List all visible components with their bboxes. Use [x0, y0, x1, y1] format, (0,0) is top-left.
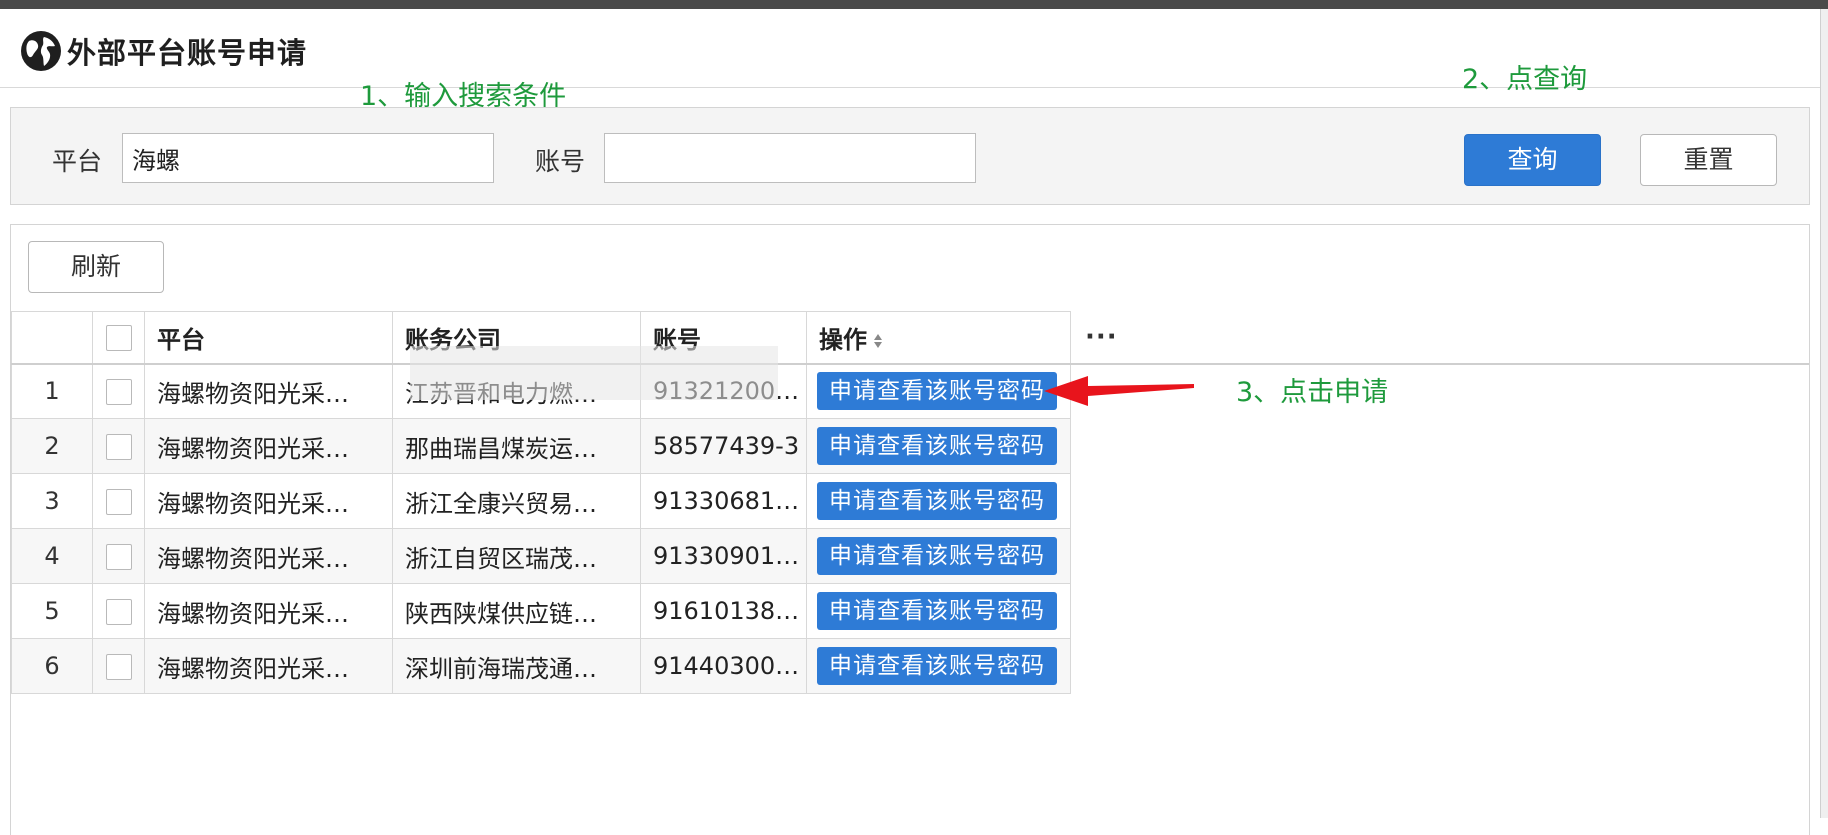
- cell-action: 申请查看该账号密码: [806, 638, 1071, 694]
- cell-company: 浙江全康兴贸易…: [392, 473, 641, 529]
- table-header-row: 平台 账务公司 账号 操作 ···: [11, 311, 1809, 365]
- row-select-cell[interactable]: [92, 528, 145, 584]
- row-select-cell[interactable]: [92, 418, 145, 474]
- globe-icon: [21, 31, 61, 71]
- row-index: 4: [11, 528, 93, 584]
- row-filler: [1070, 473, 1809, 529]
- sort-icon[interactable]: [873, 332, 883, 350]
- window-scrollbar[interactable]: [1820, 9, 1828, 818]
- apply-view-password-button[interactable]: 申请查看该账号密码: [817, 427, 1057, 465]
- row-filler: [1070, 528, 1809, 584]
- annotation-step2: 2、点查询: [1462, 64, 1588, 95]
- cell-action: 申请查看该账号密码: [806, 583, 1071, 639]
- row-filler: [1070, 418, 1809, 474]
- page-title: 外部平台账号申请: [67, 36, 308, 70]
- reset-button[interactable]: 重置: [1640, 134, 1777, 186]
- cell-company: 深圳前海瑞茂通…: [392, 638, 641, 694]
- row-checkbox[interactable]: [105, 544, 132, 570]
- account-label: 账号: [535, 147, 586, 176]
- annotation-step3: 3、点击申请: [1236, 377, 1389, 408]
- window-top-bar: [0, 0, 1828, 9]
- row-checkbox[interactable]: [105, 379, 132, 406]
- select-all-checkbox[interactable]: [105, 325, 132, 352]
- platform-label: 平台: [52, 147, 103, 176]
- cell-action: 申请查看该账号密码: [806, 528, 1071, 584]
- row-index: 3: [11, 473, 93, 529]
- cell-company: 陕西陕煤供应链…: [392, 583, 641, 639]
- table-row[interactable]: 5 海螺物资阳光采… 陕西陕煤供应链… 91610138… 申请查看该账号密码: [11, 583, 1809, 639]
- row-checkbox[interactable]: [105, 654, 132, 680]
- cell-account: 91330901…: [640, 528, 807, 584]
- row-select-cell[interactable]: [92, 363, 145, 419]
- cell-platform: 海螺物资阳光采…: [144, 473, 393, 529]
- row-select-cell[interactable]: [92, 638, 145, 694]
- table-row[interactable]: 1海螺物资阳光采…江苏晋和电力燃…91321200…申请查看该账号密码: [11, 363, 1809, 419]
- cell-account: 91330681…: [640, 473, 807, 529]
- cell-action: 申请查看该账号密码: [806, 473, 1071, 529]
- red-arrow-icon: [1044, 376, 1194, 406]
- cell-platform: 海螺物资阳光采…: [144, 583, 393, 639]
- row-checkbox[interactable]: [105, 434, 132, 460]
- drag-ghost-overlay: [410, 346, 778, 400]
- column-more-menu[interactable]: ···: [1070, 311, 1809, 365]
- account-input[interactable]: [604, 133, 976, 183]
- cell-company: 那曲瑞昌煤炭运…: [392, 418, 641, 474]
- cell-account: 91440300…: [640, 638, 807, 694]
- data-table: 平台 账务公司 账号 操作 ··· 1海螺物资阳光采…江苏晋和电力燃…91321…: [11, 311, 1809, 694]
- cell-platform: 海螺物资阳光采…: [144, 363, 393, 419]
- apply-view-password-button[interactable]: 申请查看该账号密码: [817, 647, 1057, 685]
- header-action-label: 操作: [819, 325, 867, 354]
- table-row[interactable]: 4 海螺物资阳光采… 浙江自贸区瑞茂… 91330901… 申请查看该账号密码: [11, 528, 1809, 584]
- row-index: 6: [11, 638, 93, 694]
- row-index: 5: [11, 583, 93, 639]
- header-select-all[interactable]: [92, 311, 145, 365]
- header-index: [11, 311, 93, 365]
- row-filler: [1070, 638, 1809, 694]
- apply-view-password-button[interactable]: 申请查看该账号密码: [817, 372, 1057, 411]
- platform-input[interactable]: [122, 133, 494, 183]
- cell-platform: 海螺物资阳光采…: [144, 418, 393, 474]
- row-filler: [1070, 583, 1809, 639]
- row-checkbox[interactable]: [105, 489, 132, 515]
- row-index: 1: [11, 363, 93, 419]
- apply-view-password-button[interactable]: 申请查看该账号密码: [817, 482, 1057, 520]
- refresh-button[interactable]: 刷新: [28, 241, 164, 293]
- row-index: 2: [11, 418, 93, 474]
- apply-view-password-button[interactable]: 申请查看该账号密码: [817, 592, 1057, 630]
- cell-platform: 海螺物资阳光采…: [144, 638, 393, 694]
- header-action[interactable]: 操作: [806, 311, 1071, 365]
- cell-account: 58577439-3: [640, 418, 807, 474]
- table-row[interactable]: 3 海螺物资阳光采… 浙江全康兴贸易… 91330681… 申请查看该账号密码: [11, 473, 1809, 529]
- cell-action: 申请查看该账号密码: [806, 418, 1071, 474]
- cell-account: 91610138…: [640, 583, 807, 639]
- cell-action: 申请查看该账号密码: [806, 363, 1071, 419]
- table-row[interactable]: 2 海螺物资阳光采… 那曲瑞昌煤炭运… 58577439-3 申请查看该账号密码: [11, 418, 1809, 474]
- row-checkbox[interactable]: [105, 599, 132, 625]
- row-select-cell[interactable]: [92, 473, 145, 529]
- query-button[interactable]: 查询: [1464, 134, 1601, 186]
- header-platform[interactable]: 平台: [144, 311, 393, 365]
- cell-platform: 海螺物资阳光采…: [144, 528, 393, 584]
- cell-company: 浙江自贸区瑞茂…: [392, 528, 641, 584]
- row-select-cell[interactable]: [92, 583, 145, 639]
- table-row[interactable]: 6 海螺物资阳光采… 深圳前海瑞茂通… 91440300… 申请查看该账号密码: [11, 638, 1809, 694]
- apply-view-password-button[interactable]: 申请查看该账号密码: [817, 537, 1057, 575]
